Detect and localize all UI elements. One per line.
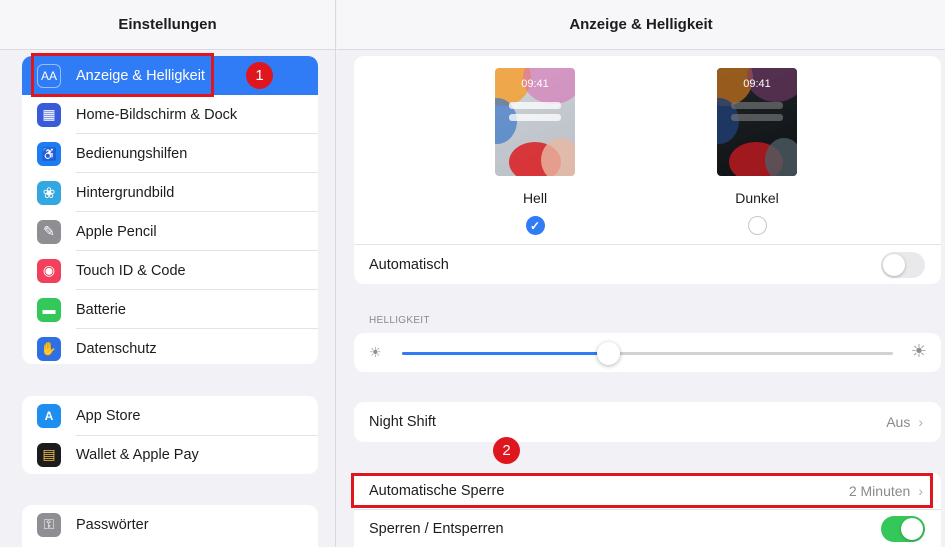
night-shift-card: Night Shift Aus › (354, 402, 941, 442)
page-title: Anzeige & Helligkeit (337, 0, 945, 50)
highlight-box-anzeige (31, 53, 214, 97)
home-screen-grid-icon: ▦ (37, 102, 61, 127)
pencil-icon: ✎ (37, 219, 61, 244)
brightness-slider[interactable] (402, 342, 893, 365)
night-shift-row[interactable]: Night Shift Aus › (354, 402, 941, 442)
sidebar-item-wallpaper[interactable]: ❀ Hintergrundbild (22, 173, 318, 212)
appearance-card: 09:41 Hell ✓ 09:41 Dunkel Automatisch (354, 56, 941, 284)
sidebar-item-label: Passwörter (76, 516, 149, 533)
step-badge-1: 1 (246, 62, 273, 89)
appearance-label-light: Hell (522, 190, 548, 206)
settings-group-store: A App Store ▤ Wallet & Apple Pay (22, 396, 318, 474)
settings-group-general: AA Anzeige & Helligkeit ▦ Home-Bildschir… (22, 56, 318, 364)
sidebar-item-battery[interactable]: ▬ Batterie (22, 290, 318, 329)
lock-unlock-row: Sperren / Entsperren (354, 510, 941, 547)
toggle-knob (901, 518, 923, 540)
automatic-label: Automatisch (369, 256, 449, 273)
sidebar-item-wallet[interactable]: ▤ Wallet & Apple Pay (22, 435, 318, 474)
chevron-right-icon: › (918, 414, 923, 430)
night-shift-value: Aus (886, 414, 911, 430)
preview-time: 09:41 (743, 78, 771, 90)
wallpaper-flower-icon: ❀ (37, 180, 61, 205)
automatic-appearance-row: Automatisch (354, 244, 941, 284)
sidebar-item-label: Apple Pencil (76, 223, 157, 240)
sidebar-item-label: Home-Bildschirm & Dock (76, 106, 238, 123)
preview-time: 09:41 (521, 78, 549, 90)
detail-pane: Anzeige & Helligkeit 09:41 Hell ✓ 09:41 … (337, 0, 945, 547)
sidebar-item-touch-id[interactable]: ◉ Touch ID & Code (22, 251, 318, 290)
brightness-slider-fill (402, 352, 609, 355)
night-shift-value-wrap: Aus › (886, 414, 923, 430)
sidebar-item-label: Wallet & Apple Pay (76, 446, 199, 463)
row-divider (76, 435, 318, 436)
appearance-option-dark[interactable]: 09:41 Dunkel (717, 68, 797, 235)
sidebar-item-label: Datenschutz (76, 340, 157, 357)
appearance-option-light[interactable]: 09:41 Hell ✓ (495, 68, 575, 235)
sidebar-item-label: Touch ID & Code (76, 262, 186, 279)
sidebar-item-label: App Store (76, 407, 141, 424)
sun-large-icon: ☀ (910, 341, 927, 361)
battery-icon: ▬ (37, 297, 61, 322)
brightness-section-label: HELLIGKEIT (369, 315, 430, 326)
sidebar-item-accessibility[interactable]: ♿ Bedienungshilfen (22, 134, 318, 173)
accessibility-icon: ♿ (37, 141, 61, 166)
toggle-knob (883, 254, 905, 276)
fingerprint-icon: ◉ (37, 258, 61, 283)
automatic-toggle[interactable] (881, 252, 925, 278)
lock-unlock-label: Sperren / Entsperren (369, 520, 504, 537)
sidebar-item-label: Bedienungshilfen (76, 145, 188, 162)
dark-radio-button[interactable] (747, 216, 767, 235)
sidebar-item-label: Hintergrundbild (76, 184, 175, 201)
app-store-icon: A (37, 403, 61, 428)
light-preview-thumbnail[interactable]: 09:41 (495, 68, 575, 176)
brightness-slider-thumb[interactable] (597, 342, 621, 365)
wallet-icon: ▤ (37, 442, 61, 467)
sidebar-item-home-screen[interactable]: ▦ Home-Bildschirm & Dock (22, 95, 318, 134)
appearance-label-dark: Dunkel (735, 190, 779, 206)
privacy-hand-icon: ✋ (37, 336, 61, 361)
key-icon: ⚿ (37, 512, 61, 537)
light-radio-checkmark-icon[interactable]: ✓ (525, 216, 545, 235)
sidebar-title: Einstellungen (0, 0, 335, 50)
sidebar-item-apple-pencil[interactable]: ✎ Apple Pencil (22, 212, 318, 251)
night-shift-label: Night Shift (369, 414, 436, 430)
sun-small-icon: ☀ (369, 344, 382, 360)
sidebar-item-label: Batterie (76, 301, 126, 318)
lock-unlock-toggle[interactable] (881, 516, 925, 542)
highlight-box-auto-lock (351, 473, 933, 508)
brightness-card: ☀ ☀ (354, 333, 941, 372)
sidebar-item-app-store[interactable]: A App Store (22, 396, 318, 435)
sidebar-item-passwords[interactable]: ⚿ Passwörter (22, 505, 318, 544)
sidebar-item-privacy[interactable]: ✋ Datenschutz (22, 329, 318, 364)
dark-preview-thumbnail[interactable]: 09:41 (717, 68, 797, 176)
settings-group-passwords: ⚿ Passwörter (22, 505, 318, 547)
step-badge-2: 2 (493, 437, 520, 464)
